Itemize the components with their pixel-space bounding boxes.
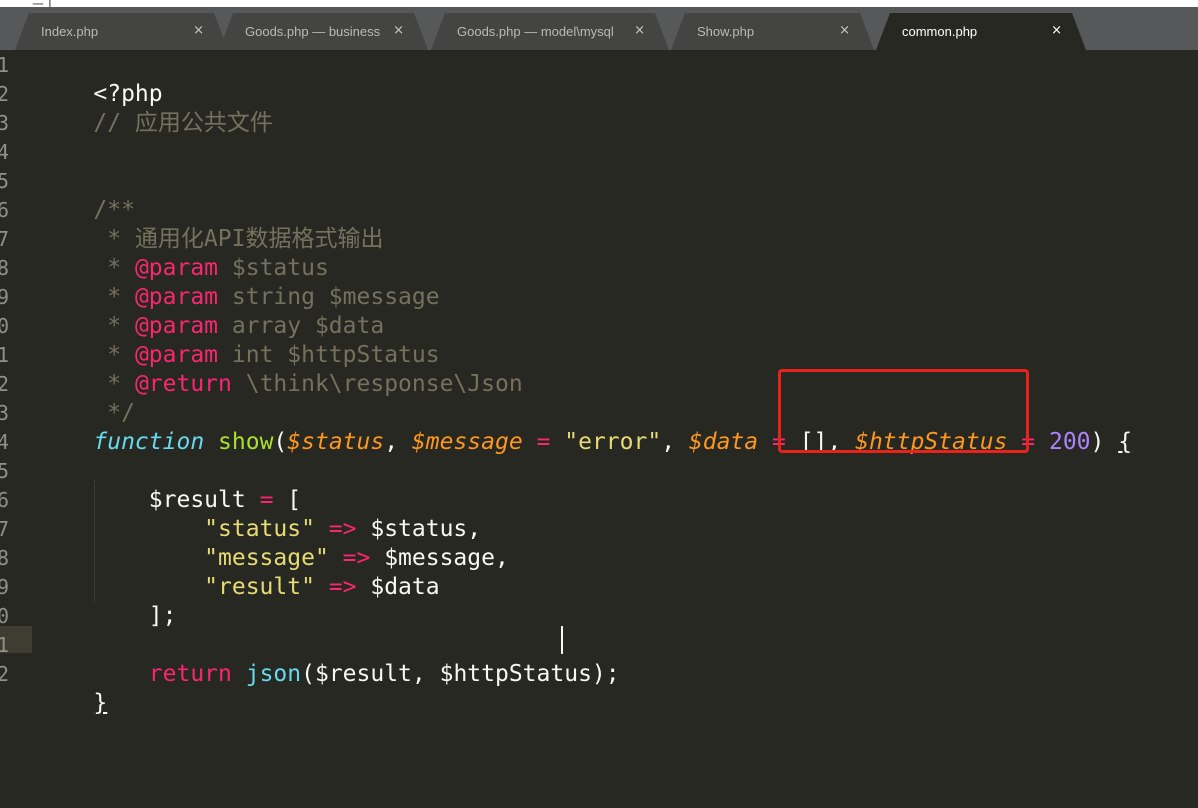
code-line-7: * @param $status: [93, 255, 329, 281]
tab-show-php[interactable]: Show.php ×: [671, 13, 874, 50]
line-number: 8: [0, 256, 10, 280]
tab-label: Show.php: [697, 24, 755, 39]
line-number: 2: [0, 372, 10, 396]
line-number: 1: [0, 633, 10, 657]
code-line-9: * @param array $data: [93, 313, 385, 339]
annotation-highlight-box: [778, 369, 1029, 453]
tab-label: Index.php: [41, 24, 99, 39]
line-number: 5: [0, 169, 10, 193]
close-icon[interactable]: ×: [634, 23, 645, 38]
line-number: 3: [0, 401, 10, 425]
line-number: 2: [0, 662, 10, 686]
line-number: 0: [0, 314, 10, 338]
tab-label: Goods.php — model\mysql: [457, 24, 614, 39]
code-line-11: * @return \think\response\Json: [93, 371, 523, 397]
line-number: 8: [0, 546, 10, 570]
line-number: 6: [0, 488, 10, 512]
code-line-16: "status" => $status,: [93, 516, 482, 542]
code-line-8: * @param string $message: [93, 284, 440, 310]
line-number: 6: [0, 198, 10, 222]
line-number: 7: [0, 517, 10, 541]
title-strip: 三 |: [0, 0, 1198, 7]
close-icon[interactable]: ×: [193, 23, 204, 38]
code-line-21: return json($result, $httpStatus);: [93, 661, 620, 687]
line-number: 4: [0, 430, 10, 454]
line-number: 1: [0, 343, 10, 367]
tab-label: Goods.php — business: [245, 24, 381, 39]
line-number: 4: [0, 140, 10, 164]
line-number: 3: [0, 111, 10, 135]
code-line-15: $result = [: [93, 487, 302, 513]
tab-goods-php-business[interactable]: Goods.php — business ×: [219, 13, 428, 50]
line-number: 2: [0, 82, 10, 106]
code-line-10: * @param int $httpStatus: [93, 342, 440, 368]
tab-label: common.php: [902, 24, 978, 39]
line-number: 7: [0, 227, 10, 251]
line-number: 1: [0, 53, 10, 77]
line-number: 9: [0, 575, 10, 599]
code-editor[interactable]: 1 2 3 4 5 6 7 8 9 0 1 2 3 4 5 6 7 8 9 0 …: [0, 50, 1198, 808]
close-icon[interactable]: ×: [839, 23, 850, 38]
close-icon[interactable]: ×: [1051, 23, 1062, 38]
code-line-22: }: [93, 690, 108, 716]
code-line-6: * 通用化API数据格式输出: [93, 226, 384, 252]
code-line-12: */: [93, 400, 135, 426]
code-line-5: /**: [93, 197, 135, 223]
tab-bar: Index.php × Goods.php — business × Goods…: [0, 7, 1198, 50]
line-number: 5: [0, 459, 10, 483]
code-line-17: "message" => $message,: [93, 545, 509, 571]
tab-index-php[interactable]: Index.php ×: [15, 13, 228, 50]
code-line-19: ];: [93, 603, 177, 629]
tab-goods-php-model-mysql[interactable]: Goods.php — model\mysql ×: [431, 13, 669, 50]
close-icon[interactable]: ×: [393, 23, 404, 38]
line-number: 0: [0, 604, 10, 628]
code-line-18: "result" => $data: [93, 574, 440, 600]
text-caret: [561, 626, 563, 654]
code-line-1: <?php: [93, 81, 163, 107]
line-number: 9: [0, 285, 10, 309]
tab-common-php[interactable]: common.php ×: [876, 13, 1086, 50]
code-line-2: // 应用公共文件: [93, 110, 273, 136]
